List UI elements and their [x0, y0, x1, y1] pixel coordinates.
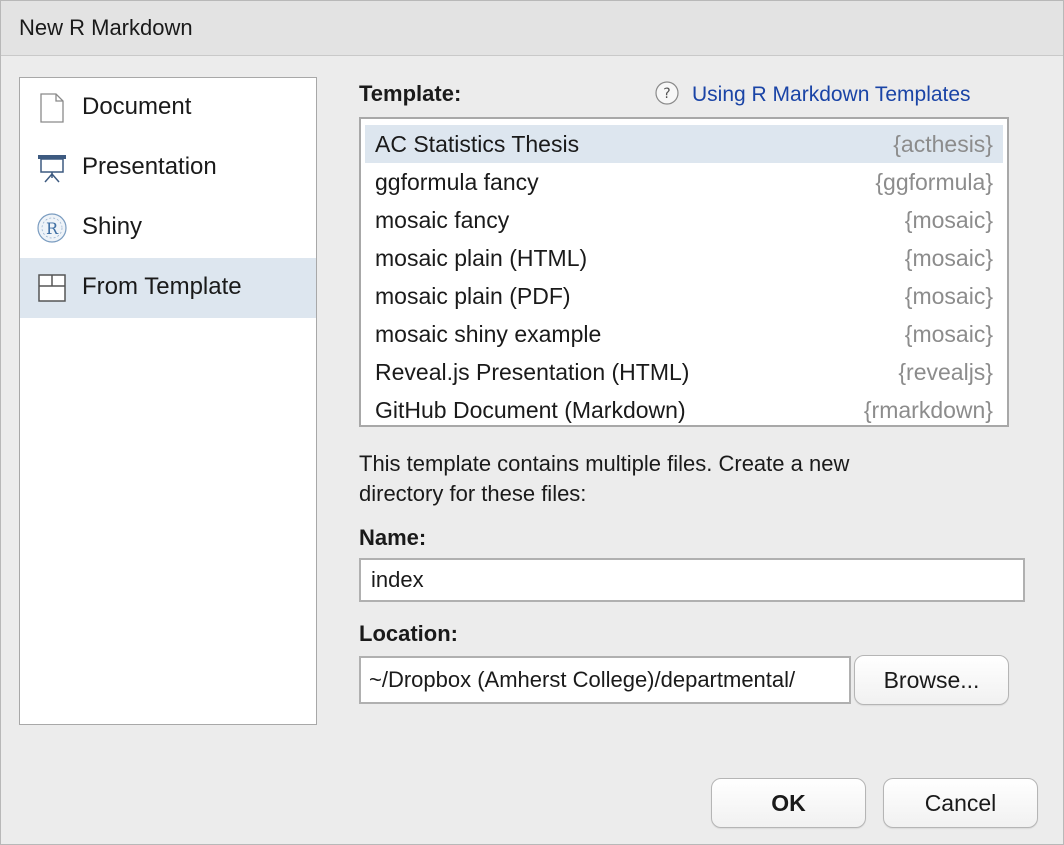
template-package: {mosaic} — [904, 207, 993, 233]
svg-text:?: ? — [663, 86, 670, 102]
help-icon: ? — [655, 81, 679, 105]
template-name: GitHub Document (Markdown) — [375, 397, 686, 423]
dialog-title: New R Markdown — [19, 15, 193, 40]
cancel-button[interactable]: Cancel — [883, 778, 1038, 828]
template-list[interactable]: AC Statistics Thesis {acthesis} ggformul… — [359, 117, 1009, 427]
template-package: {mosaic} — [904, 321, 993, 347]
template-label: Template: — [359, 81, 462, 106]
sidebar-item-label: Document — [82, 93, 192, 120]
name-label: Name: — [359, 525, 427, 550]
template-package: {mosaic} — [904, 245, 993, 271]
sidebar-item-document[interactable]: Document — [20, 78, 316, 138]
format-sidebar: Document Presentation R Shiny From Templ… — [19, 77, 317, 725]
template-package: {rmarkdown} — [863, 397, 993, 423]
sidebar-item-label: Presentation — [82, 153, 217, 180]
sidebar-item-presentation[interactable]: Presentation — [20, 138, 316, 198]
list-item[interactable]: mosaic fancy {mosaic} — [365, 201, 1003, 239]
list-item[interactable]: ggformula fancy {ggformula} — [365, 163, 1003, 201]
template-package: {acthesis} — [893, 131, 993, 157]
list-item[interactable]: mosaic shiny example {mosaic} — [365, 315, 1003, 353]
description-line: directory for these files: — [359, 481, 587, 506]
name-input[interactable] — [359, 558, 1025, 602]
list-item[interactable]: GitHub Document (Markdown) {rmarkdown} — [365, 391, 1003, 425]
description-line: This template contains multiple files. C… — [359, 451, 850, 476]
title-bar: New R Markdown — [1, 1, 1063, 56]
sidebar-item-label: From Template — [82, 273, 242, 300]
template-name: mosaic shiny example — [375, 321, 602, 347]
template-description: This template contains multiple files. C… — [359, 449, 999, 509]
template-name: ggformula fancy — [375, 169, 539, 195]
document-icon — [36, 92, 68, 124]
presentation-icon — [36, 152, 68, 184]
new-r-markdown-dialog: New R Markdown Document Presentation R S… — [0, 0, 1064, 845]
sidebar-item-shiny[interactable]: R Shiny — [20, 198, 316, 258]
list-item[interactable]: mosaic plain (PDF) {mosaic} — [365, 277, 1003, 315]
template-name: mosaic plain (PDF) — [375, 283, 571, 309]
shiny-icon: R — [36, 212, 68, 244]
browse-button[interactable]: Browse... — [854, 655, 1009, 705]
template-package: {ggformula} — [875, 169, 993, 195]
template-icon — [36, 272, 68, 304]
template-name: mosaic fancy — [375, 207, 510, 233]
help-link-text[interactable]: Using R Markdown Templates — [692, 83, 971, 107]
list-item[interactable]: AC Statistics Thesis {acthesis} — [365, 125, 1003, 163]
template-name: mosaic plain (HTML) — [375, 245, 588, 271]
sidebar-item-label: Shiny — [82, 213, 143, 240]
list-item[interactable]: mosaic plain (HTML) {mosaic} — [365, 239, 1003, 277]
sidebar-item-from-template[interactable]: From Template — [20, 258, 316, 318]
svg-text:R: R — [46, 219, 59, 238]
template-name: Reveal.js Presentation (HTML) — [375, 359, 690, 385]
location-label: Location: — [359, 621, 458, 646]
template-package: {mosaic} — [904, 283, 993, 309]
template-package: {revealjs} — [898, 359, 993, 385]
location-input[interactable] — [359, 656, 851, 704]
list-item[interactable]: Reveal.js Presentation (HTML) {revealjs} — [365, 353, 1003, 391]
template-name: AC Statistics Thesis — [375, 131, 580, 157]
ok-button[interactable]: OK — [711, 778, 866, 828]
